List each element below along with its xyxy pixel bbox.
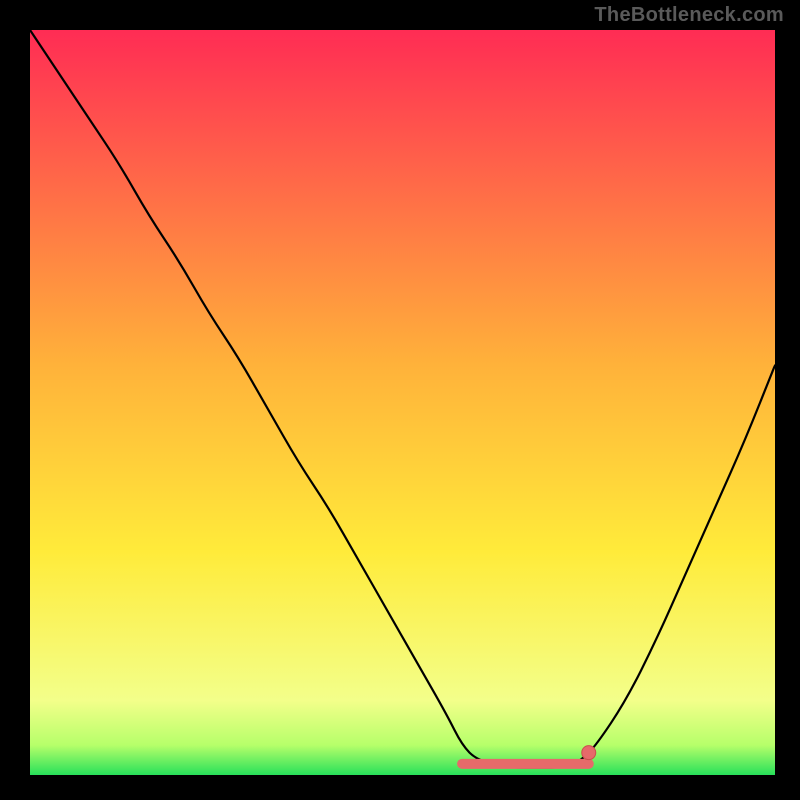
plot-gradient: [30, 30, 775, 775]
marker-dot: [582, 746, 596, 760]
watermark-text: TheBottleneck.com: [594, 4, 784, 27]
chart-stage: TheBottleneck.com: [0, 0, 800, 800]
chart-svg: [0, 0, 800, 800]
